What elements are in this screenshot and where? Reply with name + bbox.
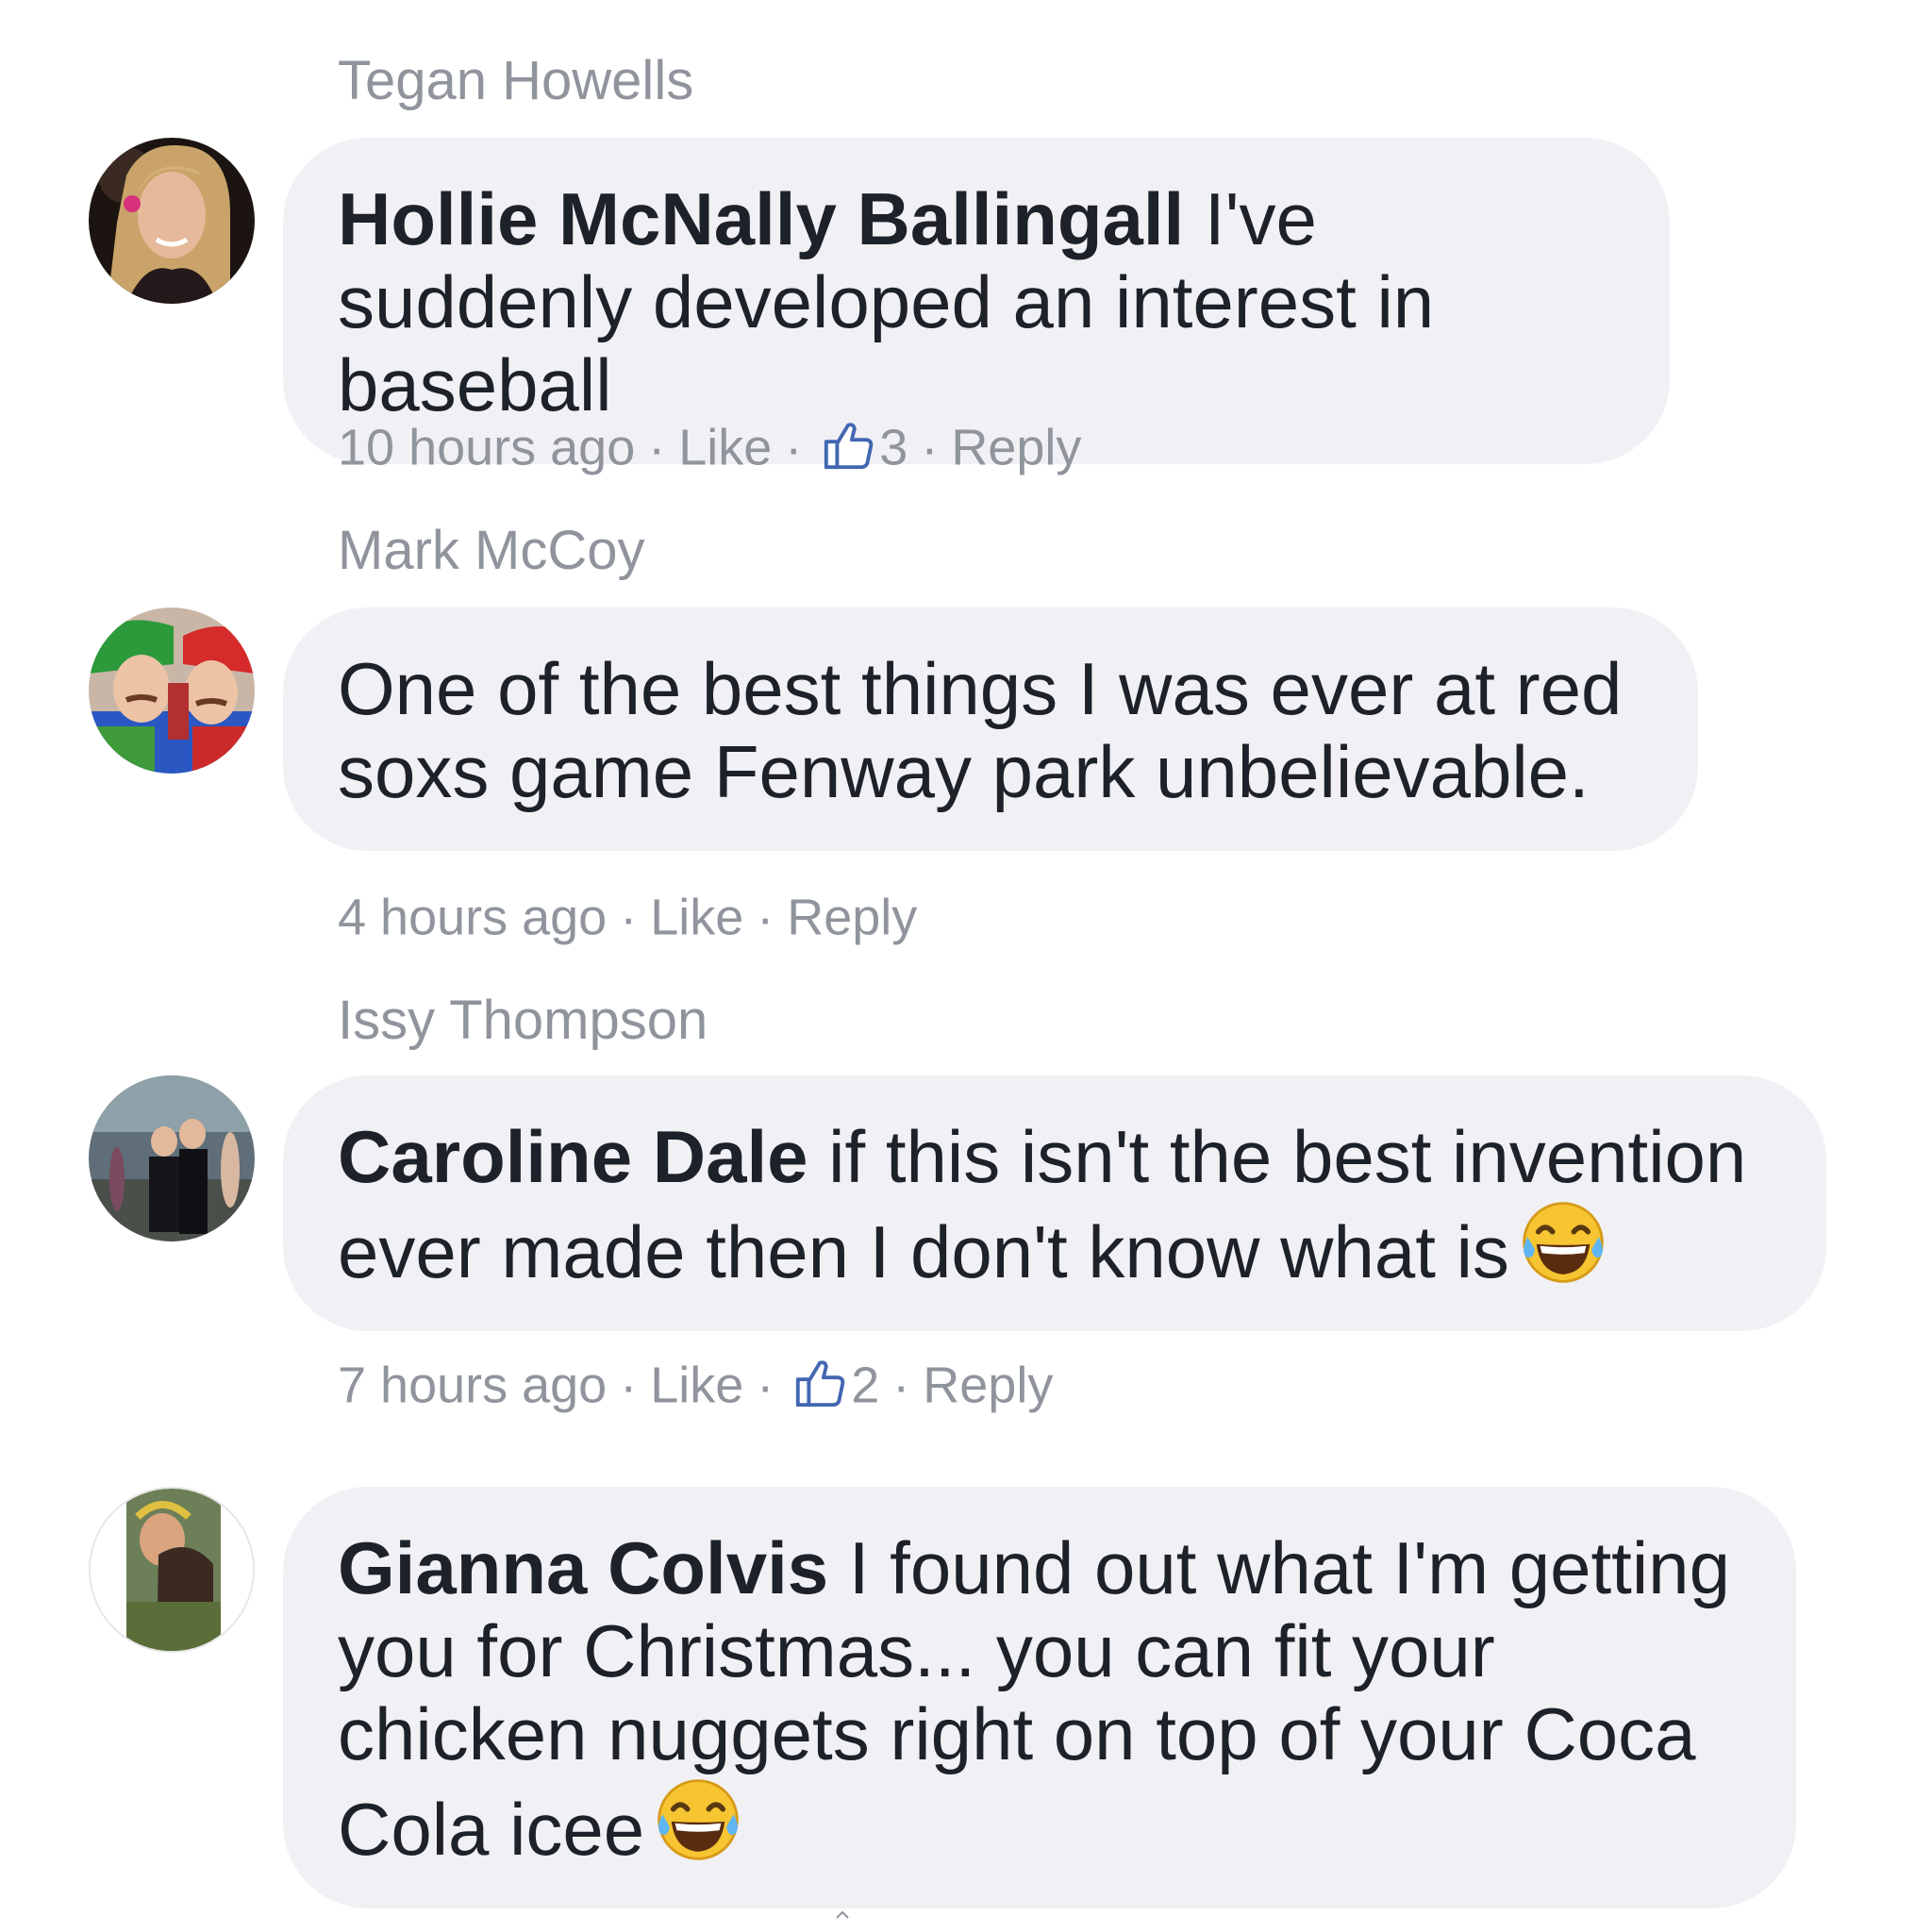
like-link[interactable]: Like xyxy=(650,1357,743,1414)
tears-of-joy-emoji-icon xyxy=(654,1775,742,1864)
reply-link[interactable]: Reply xyxy=(923,1357,1053,1414)
chevron-up-icon xyxy=(836,1911,849,1919)
reply-link[interactable]: Reply xyxy=(787,890,917,946)
comment-author-above[interactable]: Tegan Howells xyxy=(338,49,693,112)
comment-actions: 7 hours ago · Like · 2 · Reply xyxy=(338,1353,1053,1416)
like-count[interactable]: 2 xyxy=(851,1357,879,1414)
thumbs-up-icon xyxy=(821,418,875,473)
separator: · xyxy=(785,419,803,476)
comment-timestamp[interactable]: 7 hours ago xyxy=(338,1357,607,1414)
commenter-name[interactable]: Gianna Colvis xyxy=(338,1526,828,1609)
like-link[interactable]: Like xyxy=(650,890,743,946)
comment-bubble: One of the best things I was ever at red… xyxy=(283,608,1698,851)
comment-actions: 10 hours ago · Like · 3 · Reply xyxy=(338,415,1081,478)
separator: · xyxy=(892,1357,910,1414)
separator: · xyxy=(757,889,774,946)
like-count[interactable]: 3 xyxy=(879,420,908,476)
avatar[interactable] xyxy=(89,138,255,304)
separator: · xyxy=(648,419,666,476)
thumbs-up-icon xyxy=(792,1356,847,1410)
comment-timestamp[interactable]: 4 hours ago xyxy=(338,890,607,946)
comment-author-above[interactable]: Mark McCoy xyxy=(338,519,644,582)
avatar[interactable] xyxy=(89,1487,255,1653)
commenter-name[interactable]: Caroline Dale xyxy=(338,1115,808,1198)
comment-text: One of the best things I was ever at red… xyxy=(338,647,1623,813)
like-link[interactable]: Like xyxy=(678,420,772,476)
comment-author-above[interactable]: Issy Thompson xyxy=(338,989,708,1052)
tears-of-joy-emoji-icon xyxy=(1519,1198,1607,1287)
comment-bubble: Gianna Colvis I found out what I'm getti… xyxy=(283,1487,1796,1908)
reply-link[interactable]: Reply xyxy=(951,420,1081,476)
comment-actions: 4 hours ago · Like · Reply xyxy=(338,885,917,947)
commenter-name[interactable]: Hollie McNally Ballingall xyxy=(338,177,1184,260)
separator: · xyxy=(757,1357,774,1414)
comment-timestamp[interactable]: 10 hours ago xyxy=(338,420,635,476)
avatar[interactable] xyxy=(89,608,255,774)
comment-bubble: Caroline Dale if this isn't the best inv… xyxy=(283,1075,1826,1331)
separator: · xyxy=(921,419,939,476)
separator: · xyxy=(620,1357,638,1414)
separator: · xyxy=(620,889,638,946)
avatar[interactable] xyxy=(89,1075,255,1241)
